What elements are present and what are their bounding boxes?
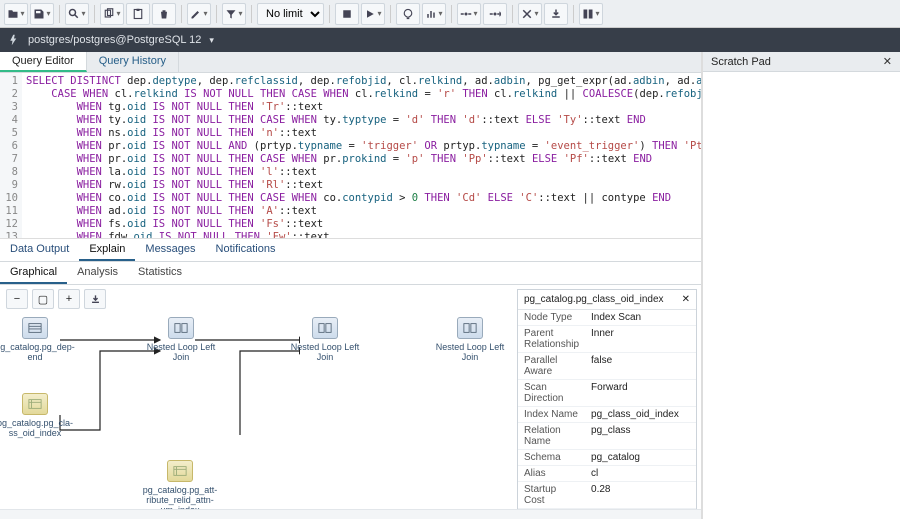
detail-row: Parent RelationshipInner	[518, 326, 697, 353]
cancel-button[interactable]	[518, 3, 542, 25]
detail-row: Startup Cost0.28	[518, 482, 697, 509]
download-plan-button[interactable]	[84, 289, 106, 309]
delete-button[interactable]	[152, 3, 176, 25]
subtab-analysis[interactable]: Analysis	[67, 262, 128, 284]
detail-row: Node TypeIndex Scan	[518, 310, 697, 326]
zoom-out-button[interactable]: −	[6, 289, 28, 309]
zoom-reset-button[interactable]: ▢	[32, 289, 54, 309]
main-toolbar: No limit	[0, 0, 900, 28]
tab-notifications[interactable]: Notifications	[206, 239, 286, 261]
limit-select[interactable]: No limit	[257, 3, 324, 25]
commit-button[interactable]	[457, 3, 481, 25]
explain-subtabbar: Graphical Analysis Statistics	[0, 262, 701, 285]
code-area[interactable]: SELECT DISTINCT dep.deptype, dep.refclas…	[22, 73, 701, 238]
edit-button[interactable]	[187, 3, 211, 25]
scratch-pad-textarea[interactable]	[703, 72, 900, 517]
query-tabbar: Query Editor Query History	[0, 52, 701, 73]
filter-button[interactable]	[222, 3, 246, 25]
tab-query-editor[interactable]: Query Editor	[0, 52, 87, 72]
nestedloop-icon	[457, 317, 483, 339]
tab-data-output[interactable]: Data Output	[0, 239, 79, 261]
explain-analyze-button[interactable]	[422, 3, 446, 25]
stop-button[interactable]	[335, 3, 359, 25]
scratch-pad-panel: Scratch Pad ✕	[702, 52, 900, 519]
result-tabbar: Data Output Explain Messages Notificatio…	[0, 239, 701, 262]
plan-detail-table: Node TypeIndex ScanParent RelationshipIn…	[518, 310, 697, 515]
save-button[interactable]	[30, 3, 54, 25]
chevron-down-icon[interactable]: ▾	[209, 35, 214, 46]
tab-explain[interactable]: Explain	[79, 239, 135, 261]
explain-button[interactable]	[396, 3, 420, 25]
find-button[interactable]	[65, 3, 89, 25]
sql-editor[interactable]: 12345678910111213 SELECT DISTINCT dep.de…	[0, 73, 701, 239]
paste-button[interactable]	[126, 3, 150, 25]
nestedloop-icon	[312, 317, 338, 339]
detail-row: Scan DirectionForward	[518, 380, 697, 407]
detail-row: Schemapg_catalog	[518, 450, 697, 466]
connection-label[interactable]: postgres/postgres@PostgreSQL 12	[28, 34, 201, 46]
tab-messages[interactable]: Messages	[135, 239, 205, 261]
detail-row: Index Namepg_class_oid_index	[518, 407, 697, 423]
horizontal-scrollbar[interactable]	[0, 509, 701, 519]
plan-node-pg-attribute-idx[interactable]: pg_catalog.pg_att- ribute_relid_attn- um…	[135, 460, 225, 515]
plan-node-nl-2[interactable]: Nested Loop Left Join	[280, 317, 370, 362]
execute-button[interactable]	[361, 3, 385, 25]
copy-button[interactable]	[100, 3, 124, 25]
nestedloop-icon	[168, 317, 194, 339]
plan-node-nl-3[interactable]: Nested Loop Left Join	[425, 317, 515, 362]
seqscan-icon	[22, 317, 48, 339]
tab-query-history[interactable]: Query History	[87, 52, 179, 72]
plan-node-nl-1[interactable]: Nested Loop Left Join	[136, 317, 226, 362]
subtab-graphical[interactable]: Graphical	[0, 262, 67, 284]
zoom-in-button[interactable]: +	[58, 289, 80, 309]
open-button[interactable]	[4, 3, 28, 25]
rollback-button[interactable]	[483, 3, 507, 25]
subtab-statistics[interactable]: Statistics	[128, 262, 192, 284]
line-gutter: 12345678910111213	[0, 73, 22, 238]
download-button[interactable]	[544, 3, 568, 25]
indexscan-icon	[167, 460, 193, 482]
plan-node-pg-depend[interactable]: pg_catalog.pg_dep- end	[0, 317, 80, 362]
plan-node-pg-class-idx[interactable]: pg_catalog.pg_cla- ss_oid_index	[0, 393, 80, 438]
detail-row: Aliascl	[518, 466, 697, 482]
indexscan-icon	[22, 393, 48, 415]
connection-bar: postgres/postgres@PostgreSQL 12 ▾	[0, 28, 900, 52]
explain-canvas[interactable]: − ▢ +	[0, 285, 701, 519]
close-icon[interactable]: ✕	[682, 294, 690, 305]
close-icon[interactable]: ✕	[883, 55, 892, 68]
bolt-icon	[8, 34, 20, 46]
detail-row: Parallel Awarefalse	[518, 353, 697, 380]
plan-detail-panel: pg_catalog.pg_class_oid_index ✕ Node Typ…	[517, 289, 697, 515]
detail-row: Relation Namepg_class	[518, 423, 697, 450]
plan-detail-title: pg_catalog.pg_class_oid_index	[524, 294, 664, 305]
clear-button[interactable]	[579, 3, 603, 25]
scratch-pad-title: Scratch Pad	[711, 56, 771, 68]
